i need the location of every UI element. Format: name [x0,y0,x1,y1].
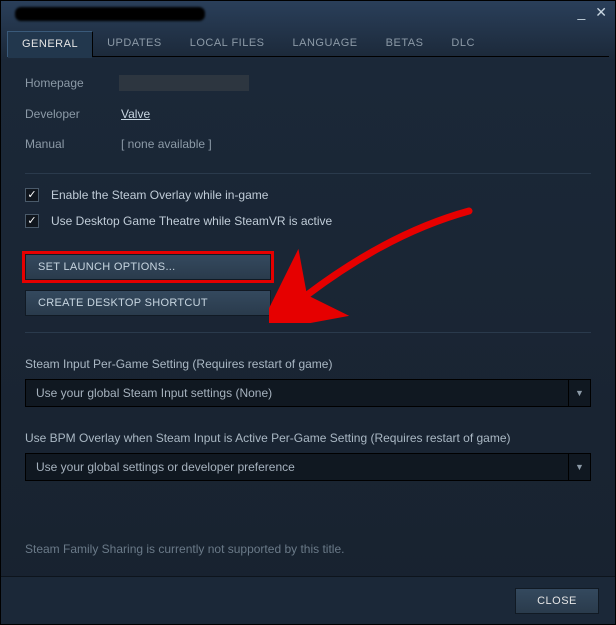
homepage-label: Homepage [25,76,121,90]
chevron-down-icon: ▼ [568,454,590,480]
divider-2 [25,332,591,333]
bpm-overlay-value: Use your global settings or developer pr… [36,460,295,474]
steam-input-value: Use your global Steam Input settings (No… [36,386,272,400]
manual-row: Manual [ none available ] [25,137,591,151]
manual-label: Manual [25,137,121,151]
tab-dlc[interactable]: DLC [437,31,489,57]
steam-input-dropdown[interactable]: Use your global Steam Input settings (No… [25,379,591,407]
minimize-icon[interactable]: _ [577,5,585,19]
homepage-redacted [119,75,249,91]
developer-link[interactable]: Valve [121,107,150,121]
overlay-label: Enable the Steam Overlay while in-game [51,188,268,202]
homepage-row: Homepage [25,75,591,91]
bpm-overlay-dropdown[interactable]: Use your global settings or developer pr… [25,453,591,481]
title-redacted [15,7,205,21]
spacer [25,240,591,254]
content-panel: Homepage Developer Valve Manual [ none a… [1,57,615,576]
tab-updates[interactable]: UPDATES [93,31,176,57]
family-sharing-note: Steam Family Sharing is currently not su… [25,542,591,576]
tab-general[interactable]: GENERAL [7,31,93,57]
tab-language[interactable]: LANGUAGE [279,31,372,57]
tab-local-files[interactable]: LOCAL FILES [176,31,279,57]
create-desktop-shortcut-button[interactable]: CREATE DESKTOP SHORTCUT [25,290,271,316]
theatre-label: Use Desktop Game Theatre while SteamVR i… [51,214,332,228]
bpm-overlay-label: Use BPM Overlay when Steam Input is Acti… [25,431,591,445]
theatre-checkbox-row[interactable]: ✓ Use Desktop Game Theatre while SteamVR… [25,214,591,228]
manual-value: [ none available ] [121,137,212,151]
divider [25,173,591,174]
properties-window: _ ✕ GENERAL UPDATES LOCAL FILES LANGUAGE… [0,0,616,625]
titlebar: _ ✕ [1,1,615,27]
tab-betas[interactable]: BETAS [372,31,438,57]
set-launch-options-button[interactable]: SET LAUNCH OPTIONS... [25,254,271,280]
close-button[interactable]: CLOSE [515,588,599,614]
developer-row: Developer Valve [25,107,591,121]
tab-bar: GENERAL UPDATES LOCAL FILES LANGUAGE BET… [7,31,609,57]
overlay-checkbox[interactable]: ✓ [25,188,39,202]
developer-label: Developer [25,107,121,121]
chevron-down-icon: ▼ [568,380,590,406]
steam-input-label: Steam Input Per-Game Setting (Requires r… [25,357,591,371]
overlay-checkbox-row[interactable]: ✓ Enable the Steam Overlay while in-game [25,188,591,202]
close-icon[interactable]: ✕ [595,5,607,19]
window-controls: _ ✕ [577,5,607,19]
theatre-checkbox[interactable]: ✓ [25,214,39,228]
bottom-bar: CLOSE [1,576,615,624]
